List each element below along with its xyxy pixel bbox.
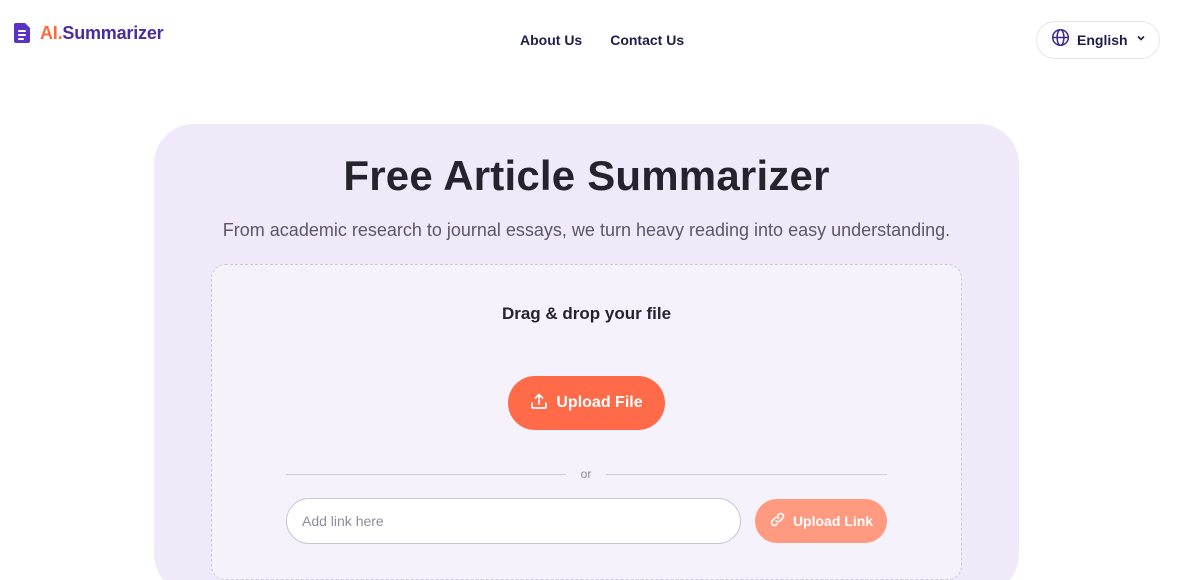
divider-right (606, 474, 887, 475)
page-subtitle: From academic research to journal essays… (222, 220, 951, 240)
language-selector[interactable]: English (1036, 21, 1160, 59)
language-label: English (1077, 32, 1128, 48)
divider-left (286, 474, 566, 475)
dropzone-title: Drag & drop your file (501, 304, 672, 323)
page-title: Free Article Summarizer (343, 152, 830, 199)
main-nav: About Us Contact Us (520, 32, 684, 48)
chevron-down-icon (1135, 31, 1147, 49)
page: AI.Summarizer About Us Contact Us Englis… (0, 0, 1200, 580)
divider-or-text: or (580, 467, 592, 481)
upload-icon (530, 392, 548, 415)
document-icon (13, 22, 33, 44)
upload-file-label: Upload File (556, 394, 643, 411)
nav-about-us[interactable]: About Us (520, 32, 582, 48)
upload-link-label: Upload Link (792, 513, 874, 529)
logo-text-ai: AI. (40, 22, 63, 43)
nav-contact-us[interactable]: Contact Us (610, 32, 684, 48)
upload-link-button[interactable]: Upload Link (755, 499, 887, 543)
link-input[interactable] (286, 498, 741, 544)
globe-icon (1051, 28, 1070, 52)
logo-text-name: Summarizer (62, 22, 164, 43)
link-icon (769, 511, 786, 531)
upload-file-button[interactable]: Upload File (508, 376, 665, 430)
logo-text: AI.Summarizer (40, 22, 164, 44)
logo[interactable]: AI.Summarizer (13, 22, 164, 44)
